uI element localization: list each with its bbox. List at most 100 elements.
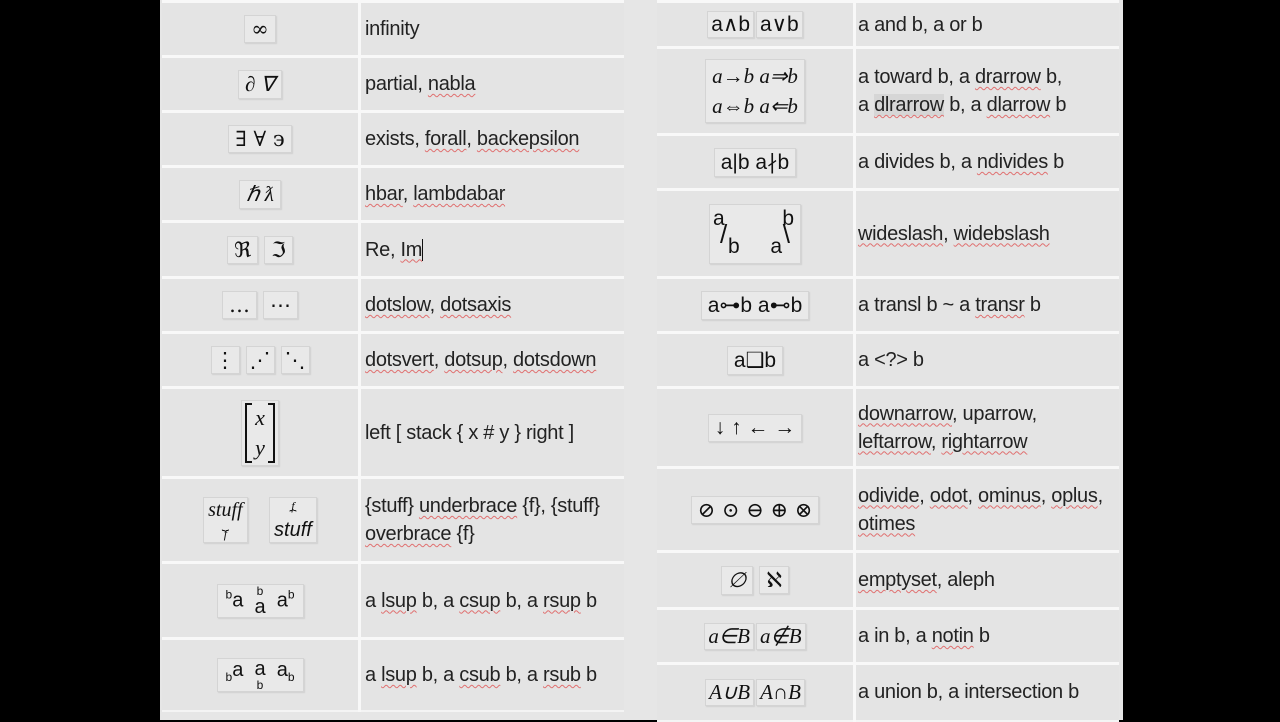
desc-text: , uparrow, <box>952 402 1037 425</box>
bracket-stack: xy <box>245 402 275 463</box>
symbol-cell: xy <box>162 386 361 479</box>
spell-flagged-word: rsub <box>543 663 581 686</box>
in-symbol[interactable]: a∈B <box>704 622 754 650</box>
dotsaxis-symbol[interactable]: ⋯ <box>263 291 298 319</box>
circled-operators[interactable]: ⊘ ⊙ ⊖ ⊕ ⊗ <box>690 495 820 524</box>
description-cell[interactable]: Re, Im <box>359 220 624 279</box>
desc-text: , <box>502 349 514 371</box>
arrows-symbols[interactable]: ↓ ↑ ← → <box>707 413 803 442</box>
symbol-cell: a|b a∤b <box>657 133 856 191</box>
description-cell[interactable]: a union b, a intersection b <box>854 662 1119 722</box>
intersection-symbol[interactable]: A∩B <box>756 678 805 706</box>
symbol-cell: A∪B A∩B <box>657 662 856 722</box>
desc-text: {f}, {stuff} <box>517 495 600 517</box>
denominator: b <box>728 234 740 258</box>
matrix-symbol[interactable]: xy <box>241 399 279 466</box>
description-cell[interactable]: a lsup b, a csub b, a rsub b <box>359 637 624 712</box>
rsup: b <box>287 587 295 602</box>
desc-text: b <box>580 663 597 686</box>
desc-text: b, <box>1040 66 1063 88</box>
desc-text: a <box>365 589 382 612</box>
sup-symbols[interactable]: ba ba ab <box>216 583 304 618</box>
transl-transr-symbols[interactable]: a⊶b a⊷b <box>700 290 810 320</box>
symbol-cell: a / b b \ a <box>657 188 856 279</box>
spell-flagged-word: rsup <box>543 589 581 612</box>
spell-flagged-word: dlrarrow <box>874 94 944 116</box>
wideslash-symbols[interactable]: a / b b \ a <box>709 203 801 264</box>
arrows-line-1: a→b a⇒b <box>712 64 798 88</box>
description-cell[interactable]: dotslow, dotsaxis <box>359 276 624 334</box>
or-symbol[interactable]: a∨b <box>756 11 803 38</box>
description-cell[interactable]: a divides b, a ndivides b <box>854 133 1119 191</box>
table-row: ∞ infinity <box>162 0 624 58</box>
description-cell[interactable]: a <?> b <box>854 331 1119 389</box>
sub-symbols[interactable]: ba ab ab <box>216 657 304 692</box>
description-cell[interactable]: {stuff} underbrace {f}, {stuff} overbrace… <box>359 476 624 564</box>
re-symbol[interactable]: ℜ <box>227 235 259 264</box>
hbar-symbol[interactable]: ℏ ƛ <box>239 179 281 209</box>
divides-symbol[interactable]: a|b a∤b <box>713 147 797 177</box>
description-cell[interactable]: odivide, odot, ominus, oplus, otimes <box>854 466 1119 553</box>
partial-nabla-symbol[interactable]: ∂ ∇ <box>238 69 282 99</box>
aleph-symbol[interactable]: ℵ <box>759 566 789 594</box>
desc-text: a <box>365 663 382 686</box>
description-cell[interactable]: a in b, a notin b <box>854 607 1119 665</box>
spell-flagged-word: notin <box>931 625 974 647</box>
description-cell[interactable]: a transl b ~ a transr b <box>854 276 1119 334</box>
description-cell[interactable]: wideslash, widebslash <box>854 188 1119 279</box>
symbol-cell: ↓ ↑ ← → <box>657 386 856 469</box>
description-cell[interactable]: exists, forall, backepsilon <box>359 110 624 168</box>
and-symbol[interactable]: a∧b <box>707 11 754 38</box>
table-row: ⊘ ⊙ ⊖ ⊕ ⊗ odivide, odot, ominus, oplus, o… <box>657 466 1119 553</box>
spell-flagged-word: Im <box>400 238 423 261</box>
table-row: a→b a⇒b a⇔b a⇐b a toward b, a drarrow b, a… <box>657 46 1119 136</box>
dotsup-symbol[interactable]: ⋰ <box>245 346 275 374</box>
spell-flagged-word: leftarrow <box>858 430 931 453</box>
union-symbol[interactable]: A∪B <box>705 678 755 706</box>
desc-text: , <box>429 294 441 316</box>
dotsvert-symbol[interactable]: ⋮ <box>210 346 240 374</box>
description-cell[interactable]: emptyset, aleph <box>854 550 1119 610</box>
underbrace-symbol[interactable]: stuff ⏟ f <box>203 497 248 543</box>
placeholder-symbol[interactable]: a❑b <box>726 345 784 375</box>
desc-text: b <box>1024 294 1041 316</box>
arrow-symbols[interactable]: a→b a⇒b a⇔b a⇐b <box>705 59 805 123</box>
notin-symbol[interactable]: a∉B <box>756 622 806 650</box>
description-cell[interactable]: dotsvert, dotsup, dotsdown <box>359 331 624 389</box>
spell-flagged-word: ndivides <box>976 151 1048 173</box>
description-cell[interactable]: infinity <box>359 0 624 58</box>
symbol-cell: a❑b <box>657 331 856 389</box>
desc-text: b <box>1050 94 1067 116</box>
symbol-table-left: ∞ infinity ∂ ∇ partial, nabla ∃ ∀ ϶ exis… <box>162 0 624 712</box>
emptyset-symbol[interactable]: ∅ <box>721 565 754 595</box>
symbol-cell: a→b a⇒b a⇔b a⇐b <box>657 46 856 136</box>
description-cell[interactable]: left [ stack { x # y } right ] <box>359 386 624 479</box>
table-row: ℏ ƛ hbar, lambdabar <box>162 165 624 223</box>
desc-text: left [ stack { x # y } right ] <box>365 421 574 444</box>
spell-flagged-word: otimes <box>858 512 916 535</box>
dotsdown-symbol[interactable]: ⋱ <box>280 346 310 374</box>
symbol-cell: ∃ ∀ ϶ <box>162 110 361 168</box>
im-symbol[interactable]: ℑ <box>264 235 293 264</box>
description-cell[interactable]: a and b, a or b <box>854 0 1119 49</box>
overbrace-symbol[interactable]: f ⏞ stuff <box>269 497 317 543</box>
desc-text: , aleph <box>936 569 995 591</box>
symbol-cell: ba ba ab <box>162 561 361 640</box>
spell-flagged-word: lambdabar <box>413 183 506 205</box>
stuff-text: stuff <box>274 519 312 541</box>
symbol-cell: ∂ ∇ <box>162 55 361 113</box>
description-cell[interactable]: hbar, lambdabar <box>359 165 624 223</box>
dotslow-symbol[interactable]: … <box>222 291 257 319</box>
description-cell[interactable]: a toward b, a drarrow b, a dlrarrow b, a … <box>854 46 1119 136</box>
description-cell[interactable]: a lsup b, a csup b, a rsup b <box>359 561 624 640</box>
table-row: ba ab ab a lsup b, a csub b, a rsub b <box>162 637 624 712</box>
desc-text: , <box>466 128 477 150</box>
table-row: … ⋯ dotslow, dotsaxis <box>162 276 624 334</box>
description-cell[interactable]: downarrow, uparrow, leftarrow, rightarrow <box>854 386 1119 469</box>
exists-forall-symbol[interactable]: ∃ ∀ ϶ <box>228 125 292 153</box>
desc-text: b, a <box>416 663 460 686</box>
description-cell[interactable]: partial, nabla <box>359 55 624 113</box>
symbol-cell: ℏ ƛ <box>162 165 361 223</box>
table-row: a⊶b a⊷b a transl b ~ a transr b <box>657 276 1119 334</box>
infinity-symbol[interactable]: ∞ <box>244 15 276 43</box>
